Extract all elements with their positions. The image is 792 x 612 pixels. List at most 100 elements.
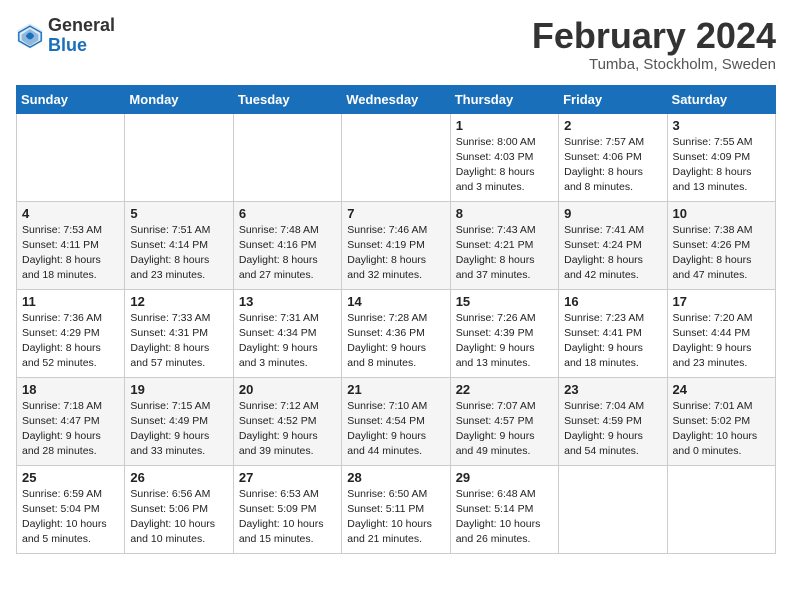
day-number: 29: [456, 470, 553, 485]
location: Tumba, Stockholm, Sweden: [532, 56, 776, 73]
col-header-thursday: Thursday: [450, 85, 558, 113]
logo: General Blue: [16, 16, 115, 56]
calendar-cell: 23 Sunrise: 7:04 AMSunset: 4:59 PMDayligh…: [559, 377, 667, 465]
day-number: 25: [22, 470, 119, 485]
calendar-cell: [667, 465, 775, 553]
day-number: 7: [347, 206, 444, 221]
day-number: 5: [130, 206, 227, 221]
day-number: 21: [347, 382, 444, 397]
calendar-cell: 29 Sunrise: 6:48 AMSunset: 5:14 PMDayligh…: [450, 465, 558, 553]
cell-info: Sunrise: 7:28 AMSunset: 4:36 PMDaylight:…: [347, 311, 444, 372]
day-number: 13: [239, 294, 336, 309]
calendar-cell: 25 Sunrise: 6:59 AMSunset: 5:04 PMDayligh…: [17, 465, 125, 553]
calendar-cell: 6 Sunrise: 7:48 AMSunset: 4:16 PMDaylight…: [233, 201, 341, 289]
cell-info: Sunrise: 7:01 AMSunset: 5:02 PMDaylight:…: [673, 399, 770, 460]
calendar-cell: 27Sunrise: 6:53 AMSunset: 5:09 PMDayligh…: [233, 465, 341, 553]
cell-info: Sunrise: 7:36 AMSunset: 4:29 PMDaylight:…: [22, 311, 119, 372]
cell-info: Sunrise: 7:46 AMSunset: 4:19 PMDaylight:…: [347, 223, 444, 284]
col-header-monday: Monday: [125, 85, 233, 113]
day-number: 20: [239, 382, 336, 397]
calendar-cell: 20 Sunrise: 7:12 AMSunset: 4:52 PMDayligh…: [233, 377, 341, 465]
calendar-cell: 9Sunrise: 7:41 AMSunset: 4:24 PMDaylight…: [559, 201, 667, 289]
day-number: 4: [22, 206, 119, 221]
calendar-cell: 22 Sunrise: 7:07 AMSunset: 4:57 PMDayligh…: [450, 377, 558, 465]
day-number: 19: [130, 382, 227, 397]
cell-info: Sunrise: 6:50 AMSunset: 5:11 PMDaylight:…: [347, 487, 444, 548]
calendar-cell: 1Sunrise: 8:00 AMSunset: 4:03 PMDaylight…: [450, 113, 558, 201]
cell-info: Sunrise: 7:38 AMSunset: 4:26 PMDaylight:…: [673, 223, 770, 284]
day-number: 3: [673, 118, 770, 133]
calendar-cell: 24 Sunrise: 7:01 AMSunset: 5:02 PMDayligh…: [667, 377, 775, 465]
cell-info: Sunrise: 7:55 AMSunset: 4:09 PMDaylight:…: [673, 135, 770, 196]
logo-icon: [16, 22, 44, 50]
calendar-cell: 12 Sunrise: 7:33 AMSunset: 4:31 PMDayligh…: [125, 289, 233, 377]
cell-info: Sunrise: 7:26 AMSunset: 4:39 PMDaylight:…: [456, 311, 553, 372]
calendar-cell: 16Sunrise: 7:23 AMSunset: 4:41 PMDayligh…: [559, 289, 667, 377]
cell-info: Sunrise: 7:57 AMSunset: 4:06 PMDaylight:…: [564, 135, 661, 196]
cell-info: Sunrise: 7:20 AMSunset: 4:44 PMDaylight:…: [673, 311, 770, 372]
cell-info: Sunrise: 7:10 AMSunset: 4:54 PMDaylight:…: [347, 399, 444, 460]
cell-info: Sunrise: 7:53 AMSunset: 4:11 PMDaylight:…: [22, 223, 119, 284]
day-number: 6: [239, 206, 336, 221]
day-number: 11: [22, 294, 119, 309]
col-header-sunday: Sunday: [17, 85, 125, 113]
day-number: 12: [130, 294, 227, 309]
cell-info: Sunrise: 7:31 AMSunset: 4:34 PMDaylight:…: [239, 311, 336, 372]
day-number: 16: [564, 294, 661, 309]
calendar-cell: 19 Sunrise: 7:15 AMSunset: 4:49 PMDayligh…: [125, 377, 233, 465]
cell-info: Sunrise: 7:15 AMSunset: 4:49 PMDaylight:…: [130, 399, 227, 460]
cell-info: Sunrise: 7:48 AMSunset: 4:16 PMDaylight:…: [239, 223, 336, 284]
calendar-cell: [233, 113, 341, 201]
cell-info: Sunrise: 6:56 AMSunset: 5:06 PMDaylight:…: [130, 487, 227, 548]
week-row-3: 11 Sunrise: 7:36 AMSunset: 4:29 PMDayligh…: [17, 289, 776, 377]
calendar-cell: 17 Sunrise: 7:20 AMSunset: 4:44 PMDayligh…: [667, 289, 775, 377]
col-header-saturday: Saturday: [667, 85, 775, 113]
day-number: 24: [673, 382, 770, 397]
week-row-2: 4 Sunrise: 7:53 AMSunset: 4:11 PMDaylight…: [17, 201, 776, 289]
cell-info: Sunrise: 7:41 AMSunset: 4:24 PMDaylight:…: [564, 223, 661, 284]
cell-info: Sunrise: 7:07 AMSunset: 4:57 PMDaylight:…: [456, 399, 553, 460]
cell-info: Sunrise: 7:51 AMSunset: 4:14 PMDaylight:…: [130, 223, 227, 284]
day-number: 2: [564, 118, 661, 133]
title-block: February 2024 Tumba, Stockholm, Sweden: [532, 16, 776, 73]
cell-info: Sunrise: 7:43 AMSunset: 4:21 PMDaylight:…: [456, 223, 553, 284]
week-row-4: 18Sunrise: 7:18 AMSunset: 4:47 PMDayligh…: [17, 377, 776, 465]
day-number: 22: [456, 382, 553, 397]
calendar-cell: 18Sunrise: 7:18 AMSunset: 4:47 PMDayligh…: [17, 377, 125, 465]
calendar-cell: 3 Sunrise: 7:55 AMSunset: 4:09 PMDaylight…: [667, 113, 775, 201]
calendar-cell: 2 Sunrise: 7:57 AMSunset: 4:06 PMDaylight…: [559, 113, 667, 201]
calendar-cell: 5 Sunrise: 7:51 AMSunset: 4:14 PMDaylight…: [125, 201, 233, 289]
cell-info: Sunrise: 7:33 AMSunset: 4:31 PMDaylight:…: [130, 311, 227, 372]
cell-info: Sunrise: 6:59 AMSunset: 5:04 PMDaylight:…: [22, 487, 119, 548]
cell-info: Sunrise: 8:00 AMSunset: 4:03 PMDaylight:…: [456, 135, 553, 196]
week-row-5: 25 Sunrise: 6:59 AMSunset: 5:04 PMDayligh…: [17, 465, 776, 553]
calendar-cell: [17, 113, 125, 201]
cell-info: Sunrise: 7:18 AMSunset: 4:47 PMDaylight:…: [22, 399, 119, 460]
calendar-cell: [125, 113, 233, 201]
calendar-cell: [559, 465, 667, 553]
logo-text: General Blue: [48, 16, 115, 56]
page-header: General Blue February 2024 Tumba, Stockh…: [16, 16, 776, 73]
calendar-cell: 7 Sunrise: 7:46 AMSunset: 4:19 PMDaylight…: [342, 201, 450, 289]
day-number: 26: [130, 470, 227, 485]
calendar-cell: 21 Sunrise: 7:10 AMSunset: 4:54 PMDayligh…: [342, 377, 450, 465]
calendar-cell: 26 Sunrise: 6:56 AMSunset: 5:06 PMDayligh…: [125, 465, 233, 553]
logo-general: General: [48, 15, 115, 35]
day-number: 10: [673, 206, 770, 221]
cell-info: Sunrise: 7:04 AMSunset: 4:59 PMDaylight:…: [564, 399, 661, 460]
col-header-wednesday: Wednesday: [342, 85, 450, 113]
logo-blue: Blue: [48, 35, 87, 55]
day-number: 17: [673, 294, 770, 309]
day-number: 28: [347, 470, 444, 485]
calendar-cell: 15 Sunrise: 7:26 AMSunset: 4:39 PMDayligh…: [450, 289, 558, 377]
cell-info: Sunrise: 6:48 AMSunset: 5:14 PMDaylight:…: [456, 487, 553, 548]
cell-info: Sunrise: 7:12 AMSunset: 4:52 PMDaylight:…: [239, 399, 336, 460]
day-number: 23: [564, 382, 661, 397]
calendar-cell: 28 Sunrise: 6:50 AMSunset: 5:11 PMDayligh…: [342, 465, 450, 553]
day-number: 14: [347, 294, 444, 309]
calendar-cell: 11 Sunrise: 7:36 AMSunset: 4:29 PMDayligh…: [17, 289, 125, 377]
day-number: 8: [456, 206, 553, 221]
week-row-1: 1Sunrise: 8:00 AMSunset: 4:03 PMDaylight…: [17, 113, 776, 201]
calendar-table: SundayMondayTuesdayWednesdayThursdayFrid…: [16, 85, 776, 554]
day-number: 15: [456, 294, 553, 309]
